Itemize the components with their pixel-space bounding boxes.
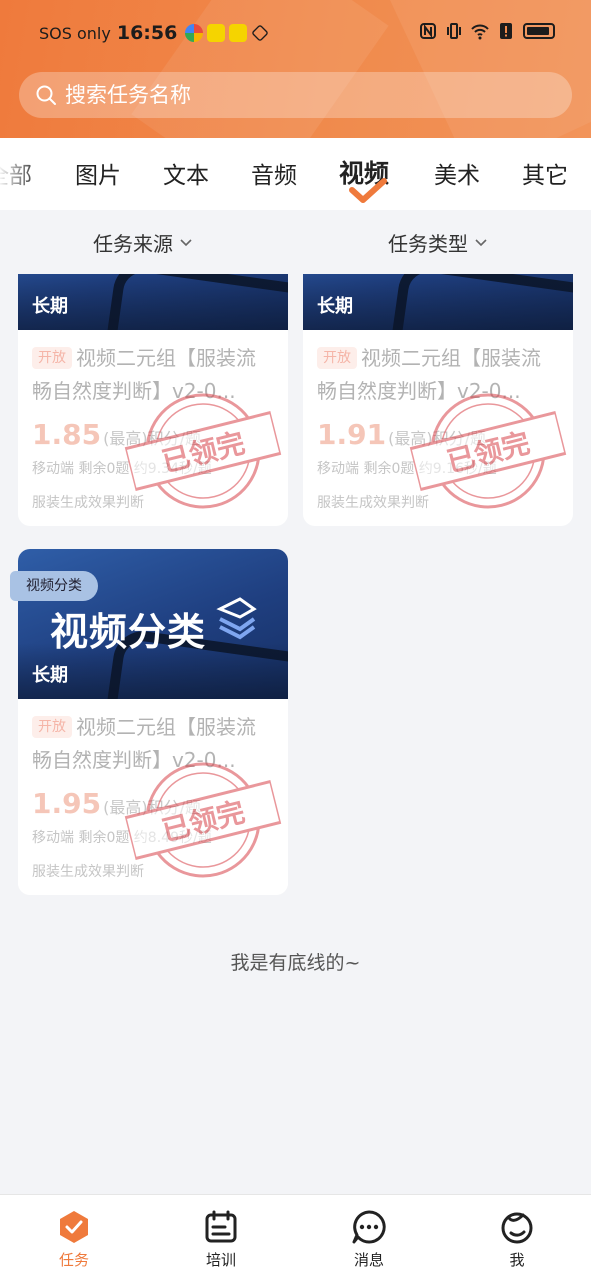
task-banner: 长期 <box>18 274 288 330</box>
app-notification-icon <box>251 24 270 42</box>
tab-text[interactable]: 文本 <box>163 156 209 190</box>
task-type-filter[interactable]: 任务类型 <box>388 228 488 257</box>
task-source-label: 任务来源 <box>93 232 173 256</box>
chevron-down-icon <box>180 238 192 246</box>
header: SOS only 16:56 <box>0 0 591 138</box>
open-badge: 开放 <box>32 716 72 738</box>
profile-icon <box>501 1212 533 1244</box>
task-type-label: 任务类型 <box>388 232 468 256</box>
task-price: 1.85 <box>32 418 102 451</box>
nav-training[interactable]: 培训 <box>181 1209 261 1270</box>
wifi-icon <box>471 24 489 40</box>
nav-messages-label: 消息 <box>353 1251 384 1269</box>
battery-icon <box>523 23 555 39</box>
open-badge: 开放 <box>32 347 72 369</box>
app-notification-icon <box>207 24 226 42</box>
app-notification-icon <box>229 24 248 42</box>
training-icon <box>205 1210 237 1243</box>
open-badge: 开放 <box>317 347 357 369</box>
category-tabs: 全部 图片 文本 音频 视频 美术 其它 <box>0 138 591 210</box>
nav-profile-label: 我 <box>509 1251 525 1269</box>
search-icon <box>36 85 56 105</box>
carrier-text: SOS only <box>39 23 111 43</box>
nav-task[interactable]: 任务 <box>34 1209 114 1270</box>
nfc-icon <box>420 23 436 39</box>
banner-title: 视频分类 <box>50 610 207 654</box>
app-notification-icon <box>185 24 204 42</box>
task-icon <box>60 1211 88 1243</box>
filter-bar: 任务来源 任务类型 <box>0 210 591 274</box>
task-price: 1.95 <box>32 787 102 820</box>
task-source-filter[interactable]: 任务来源 <box>93 228 193 257</box>
bottom-nav: 任务 培训 消息 我 <box>0 1194 591 1280</box>
task-banner: 长期 <box>303 274 573 330</box>
task-card[interactable]: 视频分类 长期 视频分类 开放 视频二元组【服装流畅自然度判断】v2-0... 1… <box>10 549 288 895</box>
task-list: 长期 开放 视频二元组【服装流畅自然度判断】v2-0... 1.85 (最高)积分/… <box>0 274 591 1194</box>
end-of-list-note: 我是有底线的~ <box>230 952 361 974</box>
nav-messages[interactable]: 消息 <box>329 1209 409 1270</box>
layers-logo-icon <box>216 597 257 640</box>
task-card[interactable]: 长期 开放 视频二元组【服装流畅自然度判断】v2-0... 1.91 (最高)积分/… <box>303 274 573 526</box>
nav-task-label: 任务 <box>58 1251 89 1269</box>
tab-fade <box>0 138 40 210</box>
status-bar: SOS only 16:56 <box>0 18 591 48</box>
active-tab-check-icon <box>349 178 387 203</box>
search-input[interactable] <box>65 83 545 107</box>
task-card[interactable]: 长期 开放 视频二元组【服装流畅自然度判断】v2-0... 1.85 (最高)积分/… <box>18 274 288 526</box>
clock-time: 16:56 <box>116 22 178 44</box>
task-price: 1.91 <box>317 418 387 451</box>
tab-image[interactable]: 图片 <box>75 156 121 190</box>
duration-tag: 长期 <box>32 665 68 686</box>
duration-tag: 长期 <box>32 296 68 317</box>
alert-icon <box>500 23 512 39</box>
message-icon <box>352 1210 386 1244</box>
nav-profile[interactable]: 我 <box>477 1209 557 1270</box>
tab-audio[interactable]: 音频 <box>251 156 297 190</box>
tab-art[interactable]: 美术 <box>434 156 480 190</box>
vibrate-icon <box>447 23 461 39</box>
category-corner-tag: 视频分类 <box>10 571 98 601</box>
tab-other[interactable]: 其它 <box>522 156 568 190</box>
duration-tag: 长期 <box>317 296 353 317</box>
search-bar[interactable] <box>19 72 572 118</box>
chevron-down-icon <box>475 238 487 246</box>
nav-training-label: 培训 <box>205 1251 236 1269</box>
